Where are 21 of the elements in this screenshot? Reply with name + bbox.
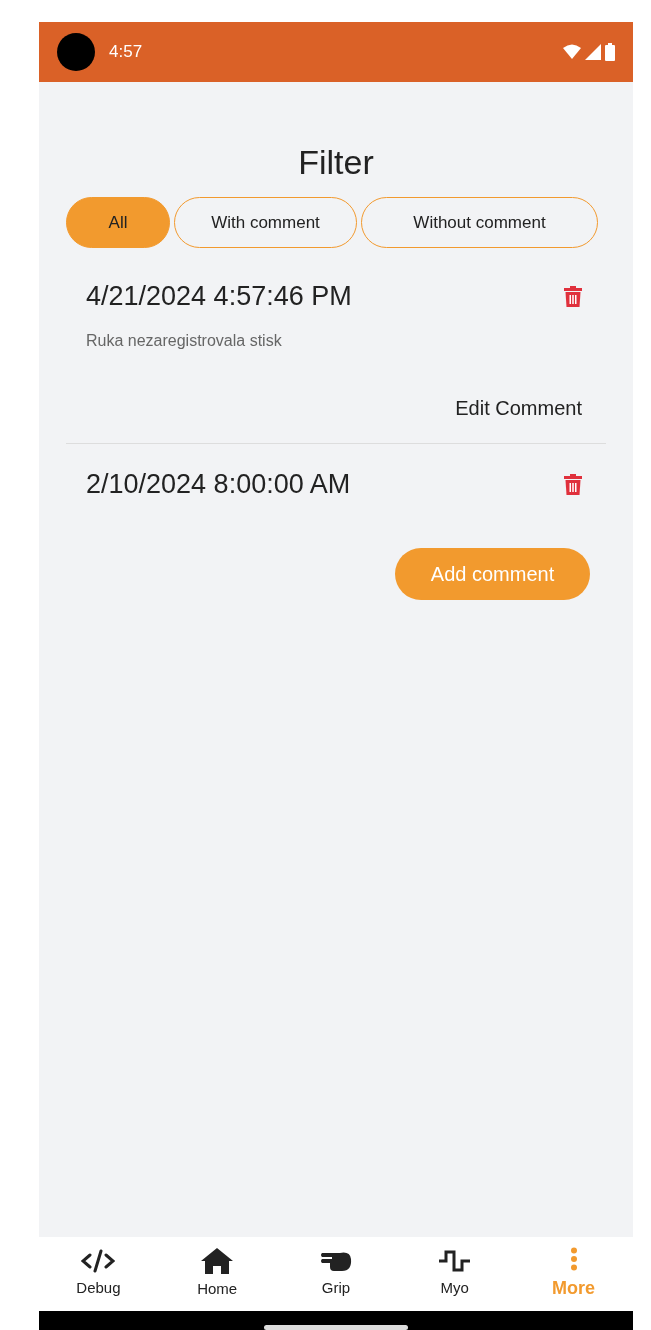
- code-icon: [81, 1248, 116, 1273]
- filter-tab[interactable]: All: [66, 197, 170, 249]
- entry-date: 2/10/2024 8:00:00 AM: [86, 467, 351, 501]
- camera-cutout: [57, 33, 95, 71]
- signal-icon: [585, 44, 601, 60]
- edit-comment-button[interactable]: Edit Comment: [455, 392, 582, 423]
- pulse-icon: [438, 1248, 471, 1273]
- entry-comment: Ruka nezaregistrovala stisk: [86, 331, 282, 349]
- delete-icon[interactable]: [564, 473, 582, 495]
- nav-tab[interactable]: Myo: [395, 1237, 515, 1311]
- nav-tab[interactable]: Grip: [276, 1237, 396, 1311]
- wifi-icon: [563, 44, 581, 60]
- more-icon: [569, 1246, 578, 1271]
- battery-icon: [605, 43, 615, 61]
- nav-tab[interactable]: Home: [157, 1237, 277, 1311]
- home-icon: [201, 1247, 234, 1274]
- status-time: 4:57: [109, 41, 143, 64]
- nav-tab[interactable]: Debug: [39, 1237, 158, 1311]
- entry-date: 4/21/2024 4:57:46 PM: [86, 280, 352, 314]
- delete-icon[interactable]: [564, 286, 582, 308]
- page-title: Filter: [298, 143, 374, 181]
